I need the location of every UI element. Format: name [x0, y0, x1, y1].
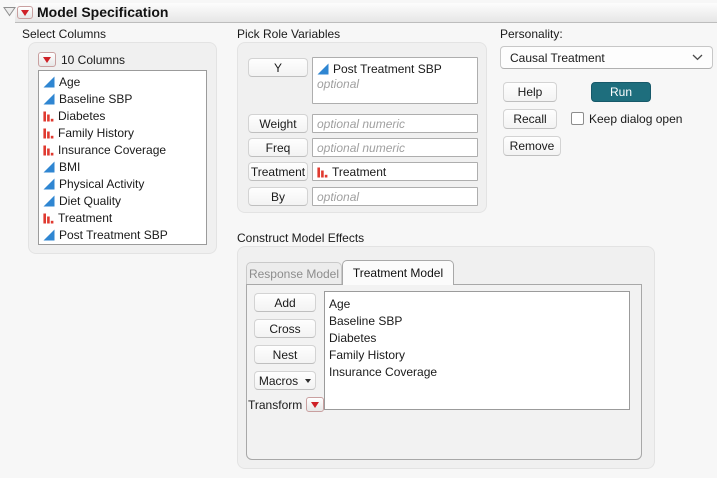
nominal-icon: [43, 110, 54, 122]
effect-name: Age: [329, 297, 350, 311]
personality-value: Causal Treatment: [510, 51, 605, 65]
column-list-item[interactable]: BMI: [39, 158, 206, 175]
model-specification-dialog: { "header": { "title": "Model Specificat…: [0, 0, 717, 478]
y-role-placeholder: optional: [317, 77, 473, 93]
page-title: Model Specification: [37, 4, 168, 20]
y-drop-zone[interactable]: Post Treatment SBP optional: [312, 57, 478, 104]
column-name: Treatment: [58, 211, 112, 225]
effect-name: Diabetes: [329, 331, 376, 345]
keep-dialog-open-checkbox[interactable]: [571, 112, 584, 125]
run-button[interactable]: Run: [591, 82, 651, 102]
treatment-role-value: Treatment: [332, 165, 386, 179]
cross-button[interactable]: Cross: [254, 319, 316, 338]
treatment-drop-zone[interactable]: Treatment: [312, 162, 478, 181]
column-name: Diet Quality: [59, 194, 121, 208]
column-name: Diabetes: [58, 109, 105, 123]
column-name: BMI: [59, 160, 80, 174]
columns-listbox: Age Baseline SBP Diabetes Family History…: [38, 70, 207, 245]
personality-dropdown[interactable]: Causal Treatment: [500, 46, 713, 69]
nest-button[interactable]: Nest: [254, 345, 316, 364]
help-button[interactable]: Help: [503, 82, 557, 102]
weight-placeholder: optional numeric: [317, 117, 405, 131]
column-list-item[interactable]: Physical Activity: [39, 175, 206, 192]
chevron-down-icon: [692, 54, 703, 61]
column-list-item[interactable]: Age: [39, 73, 206, 90]
column-name: Baseline SBP: [59, 92, 132, 106]
column-name: Insurance Coverage: [58, 143, 166, 157]
column-list-item[interactable]: Family History: [39, 124, 206, 141]
freq-drop-zone[interactable]: optional numeric: [312, 138, 478, 157]
column-list-item[interactable]: Baseline SBP: [39, 90, 206, 107]
by-placeholder: optional: [317, 190, 359, 204]
treatment-role-button[interactable]: Treatment: [248, 162, 308, 181]
tab-treatment-model[interactable]: Treatment Model: [342, 260, 454, 285]
red-triangle-menu-button[interactable]: [17, 6, 33, 19]
continuous-icon: [43, 195, 55, 207]
continuous-icon: [43, 93, 55, 105]
treatment-model-tab-panel: Add Cross Nest Macros Transform Age Base…: [246, 284, 642, 460]
freq-placeholder: optional numeric: [317, 141, 405, 155]
personality-label: Personality:: [500, 27, 563, 41]
by-drop-zone[interactable]: optional: [312, 187, 478, 206]
continuous-icon: [43, 76, 55, 88]
y-role-item[interactable]: Post Treatment SBP: [317, 60, 473, 77]
disclosure-triangle-icon[interactable]: [3, 6, 16, 20]
column-list-item[interactable]: Post Treatment SBP: [39, 226, 206, 243]
pick-role-variables-panel: Y Post Treatment SBP optional Weight opt…: [237, 42, 487, 213]
effect-list-item[interactable]: Diabetes: [325, 329, 629, 346]
effect-list-item[interactable]: Baseline SBP: [325, 312, 629, 329]
pick-role-variables-label: Pick Role Variables: [237, 27, 340, 41]
weight-role-button[interactable]: Weight: [248, 114, 308, 133]
recall-button[interactable]: Recall: [503, 109, 557, 129]
transform-label: Transform: [248, 398, 302, 412]
nominal-icon: [43, 144, 54, 156]
nominal-icon: [43, 212, 54, 224]
nominal-icon: [43, 127, 54, 139]
effect-list-item[interactable]: Family History: [325, 346, 629, 363]
effect-name: Family History: [329, 348, 405, 362]
y-role-button[interactable]: Y: [248, 58, 308, 77]
column-name: Age: [59, 75, 80, 89]
tab-response-model[interactable]: Response Model: [246, 262, 342, 285]
column-list-item[interactable]: Diet Quality: [39, 192, 206, 209]
by-role-button[interactable]: By: [248, 187, 308, 206]
weight-drop-zone[interactable]: optional numeric: [312, 114, 478, 133]
nominal-icon: [317, 166, 328, 178]
effects-listbox: Age Baseline SBP Diabetes Family History…: [324, 291, 630, 410]
effect-name: Insurance Coverage: [329, 365, 437, 379]
freq-role-button[interactable]: Freq: [248, 138, 308, 157]
effect-name: Baseline SBP: [329, 314, 402, 328]
remove-button[interactable]: Remove: [503, 136, 561, 156]
construct-model-effects-panel: Response Model Treatment Model Add Cross…: [237, 246, 655, 469]
transform-menu-button[interactable]: [306, 397, 324, 412]
column-list-item[interactable]: Diabetes: [39, 107, 206, 124]
column-list-item[interactable]: Insurance Coverage: [39, 141, 206, 158]
continuous-icon: [43, 161, 55, 173]
add-button[interactable]: Add: [254, 293, 316, 312]
column-name: Physical Activity: [59, 177, 144, 191]
continuous-icon: [43, 229, 55, 241]
macros-button[interactable]: Macros: [254, 371, 316, 390]
select-columns-panel: 10 Columns Age Baseline SBP Diabetes Fam…: [28, 42, 217, 254]
y-role-value: Post Treatment SBP: [333, 62, 442, 76]
caret-down-icon: [305, 379, 311, 383]
construct-model-effects-label: Construct Model Effects: [237, 231, 364, 245]
column-name: Post Treatment SBP: [59, 228, 168, 242]
column-name: Family History: [58, 126, 134, 140]
macros-button-label: Macros: [259, 374, 298, 388]
columns-menu-button[interactable]: [38, 52, 56, 67]
continuous-icon: [43, 178, 55, 190]
select-columns-label: Select Columns: [22, 27, 106, 41]
column-list-item[interactable]: Treatment: [39, 209, 206, 226]
effect-list-item[interactable]: Insurance Coverage: [325, 363, 629, 380]
continuous-icon: [317, 63, 329, 75]
effect-list-item[interactable]: Age: [325, 295, 629, 312]
keep-dialog-open-label: Keep dialog open: [589, 112, 682, 126]
columns-count-label: 10 Columns: [61, 53, 125, 67]
